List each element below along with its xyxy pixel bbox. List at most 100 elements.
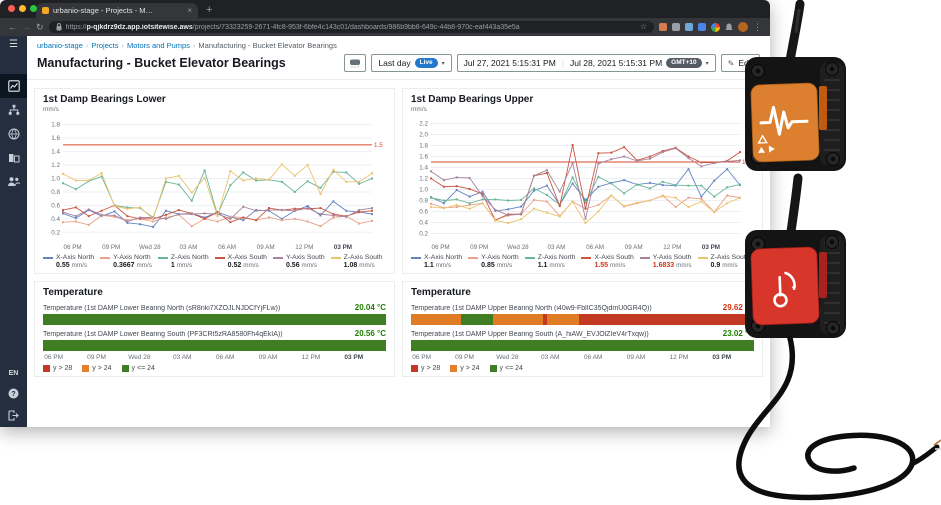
- legend-color-square: [411, 365, 418, 372]
- y-axis-unit: mm/s: [411, 106, 427, 113]
- legend-item[interactable]: Y-Axis North 0.3667 mm/s: [100, 254, 152, 269]
- svg-text:1.2: 1.2: [419, 176, 428, 183]
- status-bar[interactable]: [411, 314, 754, 325]
- tab-close-icon[interactable]: ×: [187, 6, 192, 15]
- legend-item[interactable]: Y-Axis South 1.6833 mm/s: [639, 254, 692, 269]
- legend-item[interactable]: X-Axis North 0.55 mm/s: [43, 254, 94, 269]
- extension-icon-1[interactable]: [659, 23, 667, 31]
- series-value: 0.56 mm/s: [285, 262, 317, 269]
- app-sidebar: ☰ EN ?: [0, 36, 27, 427]
- tab-favicon: [42, 7, 49, 14]
- status-segment[interactable]: [411, 314, 461, 325]
- series-color-dash: [43, 256, 53, 259]
- help-icon[interactable]: ?: [8, 388, 19, 399]
- hamburger-menu-icon[interactable]: ☰: [9, 40, 18, 50]
- language-selector[interactable]: EN: [9, 370, 19, 377]
- sidebar-item-dashboards[interactable]: [0, 74, 27, 98]
- zoom-range-button[interactable]: [344, 54, 367, 72]
- bookmark-star-icon[interactable]: ☆: [640, 23, 647, 31]
- axis-tick: 03 PM: [712, 354, 732, 361]
- legend-item[interactable]: Z-Axis North 1 mm/s: [157, 254, 209, 269]
- refresh-icon[interactable]: ↻: [36, 22, 44, 32]
- status-segment[interactable]: [43, 340, 386, 351]
- legend-item[interactable]: X-Axis North 1.1 mm/s: [411, 254, 462, 269]
- legend-item[interactable]: Y-Axis North 0.85 mm/s: [468, 254, 519, 269]
- edit-button[interactable]: ✎ Edit: [720, 54, 760, 72]
- extension-icon-4[interactable]: [698, 23, 706, 31]
- legend-color-square: [489, 365, 497, 372]
- axis-tick: 12 PM: [669, 354, 689, 361]
- series-value: 1.1 mm/s: [424, 262, 452, 269]
- close-window-icon[interactable]: [8, 5, 15, 12]
- legend-item[interactable]: Z-Axis North 1.1 mm/s: [524, 254, 575, 269]
- breadcrumb-project[interactable]: Motors and Pumps: [127, 41, 190, 50]
- browser-tab[interactable]: urbanio-stage - Projects - M… ×: [36, 3, 198, 18]
- series-color-dash: [157, 256, 168, 259]
- status-segment[interactable]: [460, 314, 494, 325]
- temperature-widget-upper: Temperature Temperature (1st DAMP Upper …: [402, 281, 763, 377]
- status-segment[interactable]: [546, 314, 580, 325]
- extension-icon-5[interactable]: [711, 22, 720, 32]
- notifications-bell-icon[interactable]: [725, 23, 733, 32]
- line-chart[interactable]: 0.2 0.4 0.6 0.8 1.0 1.2 1.4 1.6 1.8 06 PM 09 PM Wed…: [43, 113, 387, 251]
- y-axis-unit: mm/s: [43, 106, 59, 113]
- timezone-badge: GMT+10: [666, 57, 702, 69]
- legend-item[interactable]: Z-Axis South 1.08 mm/s: [330, 254, 383, 269]
- svg-text:03 AM: 03 AM: [548, 244, 566, 251]
- time-range-select[interactable]: Last day Live ▾: [371, 54, 452, 72]
- sidebar-item-users[interactable]: [0, 170, 27, 193]
- series-color-dash: [524, 256, 535, 259]
- legend-item[interactable]: X-Axis South 0.52 mm/s: [214, 254, 267, 269]
- sidebar-item-assets[interactable]: [0, 146, 27, 170]
- legend-item[interactable]: Y-Axis South 0.56 mm/s: [272, 254, 325, 269]
- svg-text:0.4: 0.4: [51, 216, 60, 223]
- breadcrumb-dashboard: Manufacturing - Bucket Elevator Bearings: [198, 41, 337, 50]
- minimize-window-icon[interactable]: [19, 5, 26, 12]
- threshold-legend-item[interactable]: y <= 24: [489, 365, 523, 372]
- browser-menu-icon[interactable]: ⋮: [753, 22, 762, 32]
- address-bar[interactable]: https://p-qjkdrz9dz.app.iotsitewise.aws/…: [48, 21, 654, 33]
- sign-out-icon[interactable]: [8, 410, 19, 421]
- status-segment[interactable]: [493, 314, 544, 325]
- series-color-dash: [272, 256, 283, 259]
- breadcrumb-projects[interactable]: Projects: [91, 41, 118, 50]
- series-name: X-Axis South: [227, 254, 267, 261]
- maximize-window-icon[interactable]: [30, 5, 37, 12]
- profile-avatar[interactable]: [738, 22, 748, 32]
- new-tab-button[interactable]: +: [206, 3, 212, 18]
- forward-icon[interactable]: →: [22, 22, 31, 32]
- sidebar-item-hierarchy[interactable]: [0, 98, 27, 122]
- legend-color-square: [121, 365, 129, 372]
- breadcrumb-portal[interactable]: urbanio-stage: [37, 41, 83, 50]
- svg-text:2.0: 2.0: [419, 132, 428, 139]
- status-bar[interactable]: [43, 314, 386, 325]
- axis-tick: 09 AM: [258, 354, 278, 361]
- globe-icon: [8, 128, 19, 140]
- status-segment[interactable]: [411, 340, 754, 351]
- threshold-legend-item[interactable]: y > 24: [82, 365, 112, 372]
- status-segment[interactable]: [579, 314, 754, 325]
- date-range-picker[interactable]: Jul 27, 2021 5:15:31 PM | Jul 28, 2021 5…: [456, 54, 716, 72]
- status-bar[interactable]: [411, 340, 754, 351]
- extension-icon-2[interactable]: [672, 23, 680, 31]
- back-icon[interactable]: ←: [8, 22, 17, 32]
- timeline-row: Temperature (1st DAMP Lower Bearing Sout…: [43, 329, 386, 351]
- legend-item[interactable]: X-Axis South 1.55 mm/s: [581, 254, 634, 269]
- threshold-legend-item[interactable]: y <= 24: [121, 365, 155, 372]
- wire-end: [933, 439, 941, 446]
- series-value: 1.08 mm/s: [343, 262, 375, 269]
- status-bar[interactable]: [43, 340, 386, 351]
- legend-item[interactable]: Z-Axis South 0.9 mm/s: [697, 254, 749, 269]
- legend-color-square: [82, 365, 90, 372]
- line-chart[interactable]: 0.2 0.4 0.6 0.8 1.0 1.2 1.4 1.6 1.8 2.0 2.2 06 PM 09…: [411, 113, 755, 252]
- threshold-legend-item[interactable]: y > 28: [411, 365, 440, 372]
- extension-icon-3[interactable]: [685, 23, 693, 31]
- axis-tick: 03 PM: [344, 354, 364, 361]
- threshold-legend-item[interactable]: y > 28: [43, 365, 72, 372]
- series-value: 0.85 mm/s: [481, 262, 513, 269]
- threshold-legend-item[interactable]: y > 24: [450, 365, 480, 372]
- status-segment[interactable]: [43, 314, 386, 325]
- sidebar-item-portal[interactable]: [0, 122, 27, 146]
- time-range-icon: [350, 59, 361, 68]
- svg-text:06 PM: 06 PM: [63, 244, 81, 251]
